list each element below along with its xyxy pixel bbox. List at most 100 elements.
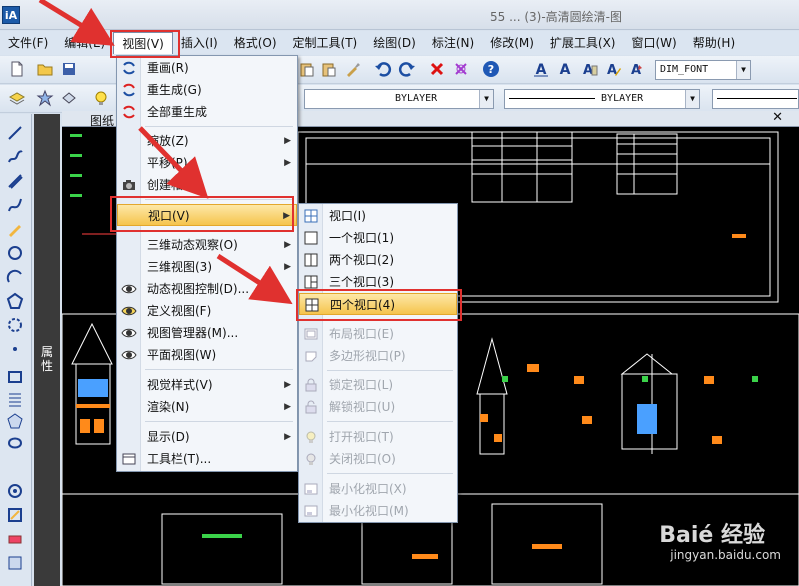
menu-draw[interactable]: 绘图(D) (365, 32, 424, 54)
menu-item-dynamic-view[interactable]: 动态视图控制(D)... (117, 278, 297, 300)
purge-icon[interactable] (452, 60, 470, 78)
delete-icon[interactable] (428, 60, 446, 78)
single-line-text-icon[interactable]: A (556, 60, 574, 78)
draw-toolbar (0, 114, 32, 586)
menu-file[interactable]: 文件(F) (0, 32, 56, 54)
menu-item-display[interactable]: 显示(D) ▶ (117, 426, 297, 448)
menu-edit[interactable]: 编辑(E) (56, 32, 113, 54)
menu-item-view-manager[interactable]: 视图管理器(M)... (117, 322, 297, 344)
match-properties-icon[interactable] (344, 60, 362, 78)
close-icon[interactable]: ✕ (772, 110, 783, 125)
wipeout-icon[interactable] (6, 434, 24, 452)
menu-extensions[interactable]: 扩展工具(X) (542, 32, 624, 54)
menu-item-regen[interactable]: 重生成(G) (117, 79, 297, 101)
menu-item-3d-views[interactable]: 三维视图(3) ▶ (117, 256, 297, 278)
multiline-text-icon[interactable]: A (580, 60, 598, 78)
svg-text:A: A (560, 62, 571, 78)
layer-manager-icon[interactable] (8, 89, 26, 107)
menu-help[interactable]: 帮助(H) (685, 32, 743, 54)
eye-icon (121, 284, 137, 294)
layout-viewport-icon (304, 328, 318, 340)
menu-item-visual-styles[interactable]: 视觉样式(V) ▶ (117, 374, 297, 396)
multiline-icon[interactable] (6, 172, 24, 190)
menu-item-label: 工具栏(T)... (147, 452, 212, 466)
insert-block-icon[interactable] (6, 554, 24, 572)
eye-icon (121, 350, 137, 360)
menu-item-zoom[interactable]: 缩放(Z) ▶ (117, 130, 297, 152)
layer-on-icon[interactable] (92, 89, 110, 107)
menu-insert[interactable]: 插入(I) (173, 32, 226, 54)
text-style-icon[interactable]: A (532, 60, 550, 78)
redraw-icon (123, 61, 135, 75)
line-icon[interactable] (6, 124, 24, 142)
submenu-item-one-viewport[interactable]: 一个视口(1) (299, 227, 457, 249)
redo-icon[interactable] (398, 60, 416, 78)
color-select[interactable]: BYLAYER ▼ (304, 89, 494, 109)
menu-window[interactable]: 窗口(W) (624, 32, 685, 54)
spline-icon[interactable] (6, 196, 24, 214)
layer-previous-icon[interactable] (60, 89, 78, 107)
menu-custom-tools[interactable]: 定制工具(T) (285, 32, 366, 54)
new-file-icon[interactable] (8, 60, 26, 78)
polygonal-viewport-icon (305, 351, 317, 362)
revcloud-icon[interactable] (6, 316, 24, 334)
eraser-icon[interactable] (6, 530, 24, 548)
submenu-item-two-viewports[interactable]: 两个视口(2) (299, 249, 457, 271)
lineweight-select[interactable] (712, 89, 799, 109)
polygon-icon[interactable] (6, 292, 24, 310)
minimize-viewport-icon (304, 483, 318, 495)
tab-drawing[interactable]: 图纸 (90, 112, 114, 129)
layer-state-icon[interactable] (36, 89, 54, 107)
menu-item-regen-all[interactable]: 全部重生成 (117, 101, 297, 123)
menu-separator (145, 421, 293, 422)
window-title: 55 ... (3)-高清圆绘清-图 (490, 10, 623, 24)
submenu-arrow-icon: ▶ (284, 240, 291, 250)
submenu-arrow-icon: ▶ (284, 262, 291, 272)
menu-item-plan-view[interactable]: 平面视图(W) (117, 344, 297, 366)
point-icon[interactable] (6, 340, 24, 358)
region-icon[interactable] (6, 412, 24, 430)
block-icon[interactable] (6, 506, 24, 524)
undo-icon[interactable] (374, 60, 392, 78)
menu-item-label: 关闭视口(O) (329, 452, 396, 466)
menu-item-create-camera[interactable]: 创建相机 (117, 174, 297, 196)
submenu-arrow-icon: ▶ (284, 432, 291, 442)
save-icon[interactable] (60, 60, 78, 78)
open-folder-icon[interactable] (36, 60, 54, 78)
text-find-icon[interactable]: A (628, 60, 646, 78)
baidu-watermark-url: jingyan.baidu.com (670, 548, 781, 562)
menu-item-pan[interactable]: 平移(P) ▶ (117, 152, 297, 174)
menu-item-toolbars[interactable]: 工具栏(T)... (117, 448, 297, 470)
linetype-select[interactable]: BYLAYER ▼ (504, 89, 700, 109)
edit-text-icon[interactable]: A (604, 60, 622, 78)
menu-item-label: 布局视口(E) (329, 327, 394, 341)
rectangle-icon[interactable] (6, 368, 24, 386)
menu-format[interactable]: 格式(O) (226, 32, 285, 54)
menu-item-label: 三维视图(3) (147, 260, 212, 274)
menu-dimension[interactable]: 标注(N) (424, 32, 482, 54)
menu-item-3d-orbit[interactable]: 三维动态观察(O) ▶ (117, 234, 297, 256)
sketch-icon[interactable] (6, 220, 24, 238)
menu-item-label: 三维动态观察(O) (147, 238, 238, 252)
menu-modify[interactable]: 修改(M) (482, 32, 542, 54)
menu-item-redraw[interactable]: 重画(R) (117, 57, 297, 79)
donut-icon[interactable] (6, 482, 24, 500)
paste-icon[interactable] (298, 60, 316, 78)
menu-item-label: 渲染(N) (147, 400, 190, 414)
circle-icon[interactable] (6, 244, 24, 262)
arc-icon[interactable] (6, 268, 24, 286)
helix-icon[interactable] (6, 390, 24, 408)
menu-item-label: 视觉样式(V) (147, 378, 213, 392)
polyline-icon[interactable] (6, 148, 24, 166)
submenu-arrow-icon: ▶ (284, 380, 291, 390)
chevron-down-icon: ▼ (736, 61, 750, 79)
annotation-box-viewports (110, 196, 294, 232)
submenu-item-viewports[interactable]: 视口(I) (299, 205, 457, 227)
menu-separator (145, 126, 293, 127)
text-style-select[interactable]: DIM_FONT ▼ (655, 60, 751, 80)
paste-special-icon[interactable] (320, 60, 338, 78)
menu-item-define-view[interactable]: 定义视图(F) (117, 300, 297, 322)
menu-item-render[interactable]: 渲染(N) ▶ (117, 396, 297, 418)
eye-icon (121, 328, 137, 338)
help-icon[interactable]: ? (482, 60, 500, 78)
